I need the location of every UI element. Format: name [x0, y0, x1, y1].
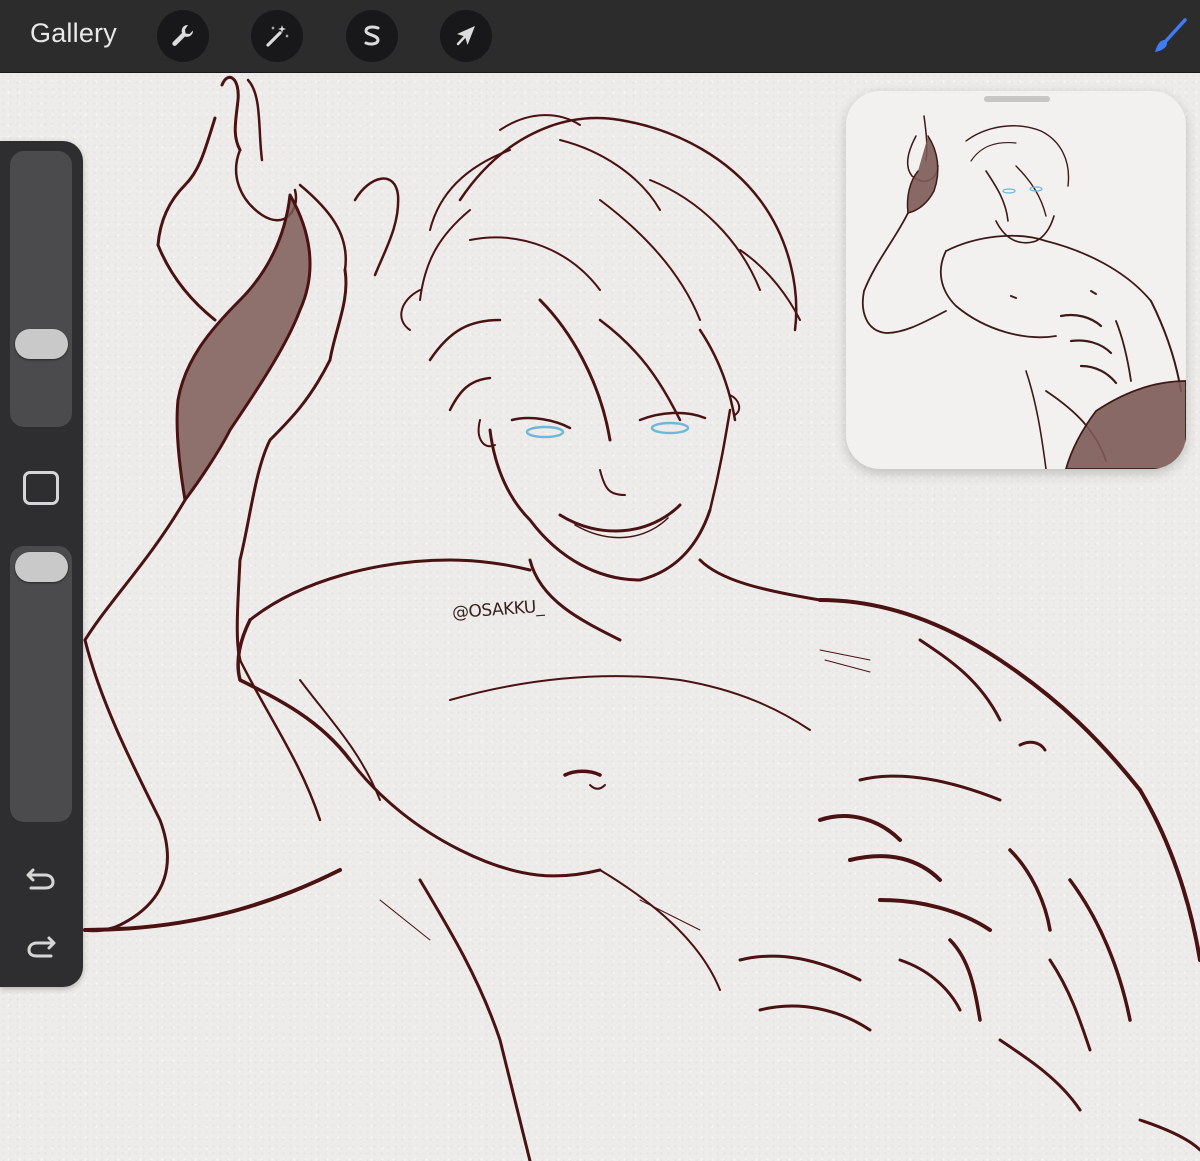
opacity-slider[interactable] — [10, 546, 72, 822]
adjustments-button[interactable] — [251, 10, 303, 62]
modify-button[interactable] — [23, 471, 59, 505]
gallery-button[interactable]: Gallery — [30, 18, 117, 49]
transform-button[interactable] — [440, 10, 492, 62]
selection-button[interactable] — [346, 10, 398, 62]
top-toolbar: Gallery — [0, 0, 1200, 73]
actions-button[interactable] — [157, 10, 209, 62]
brush-icon — [1155, 18, 1187, 52]
magic-wand-icon — [266, 25, 289, 47]
undo-button[interactable] — [20, 857, 62, 899]
undo-icon — [26, 868, 55, 890]
reference-image — [862, 115, 1186, 469]
wrench-icon — [172, 24, 194, 46]
reference-panel-grabber[interactable] — [984, 96, 1050, 102]
reference-panel[interactable] — [846, 91, 1186, 469]
opacity-slider-thumb[interactable] — [15, 552, 68, 582]
selection-s-icon — [364, 25, 380, 46]
arrow-cursor-icon — [456, 26, 475, 46]
brush-size-slider[interactable] — [10, 151, 72, 427]
brush-tool-button[interactable] — [1146, 10, 1192, 62]
redo-button[interactable] — [20, 925, 62, 967]
left-sidebar — [0, 141, 83, 987]
redo-icon — [27, 936, 56, 958]
brush-size-slider-thumb[interactable] — [15, 329, 68, 359]
